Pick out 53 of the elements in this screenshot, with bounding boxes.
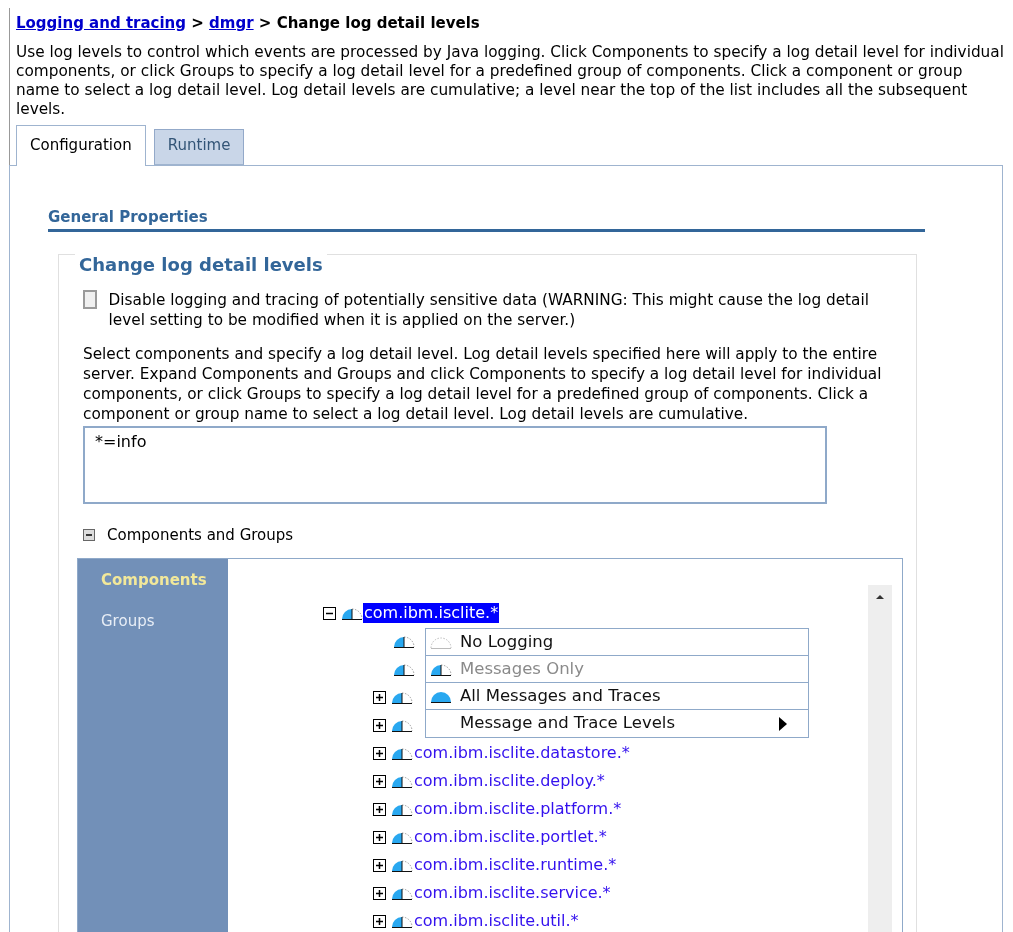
tree-node-link[interactable]: com.ibm.isclite.portlet.*	[413, 827, 608, 847]
tree-node-link[interactable]: com.ibm.isclite.service.*	[413, 883, 612, 903]
submenu-arrow-icon	[778, 715, 788, 732]
expand-icon[interactable]	[373, 802, 386, 816]
scrollbar[interactable]	[868, 585, 892, 932]
checkbox[interactable]	[83, 289, 97, 309]
tree-node-link[interactable]: com.ibm.isclite.*	[363, 603, 500, 623]
expand-icon[interactable]	[373, 914, 386, 928]
log-level-icon	[391, 886, 413, 900]
expand-icon[interactable]	[373, 718, 386, 732]
section-heading: General Properties	[48, 206, 925, 232]
expand-icon[interactable]	[373, 830, 386, 844]
menu-item[interactable]: Message and Trace Levels	[426, 710, 808, 737]
log-level-icon	[430, 662, 452, 676]
tree-node-link[interactable]: com.ibm.isclite.runtime.*	[413, 855, 618, 875]
log-level-icon	[393, 662, 415, 676]
log-level-icon	[393, 634, 415, 648]
menu-item[interactable]: No Logging	[426, 629, 808, 656]
menu-item[interactable]: All Messages and Traces	[426, 683, 808, 710]
log-level-icon	[391, 690, 413, 704]
tree-node-link[interactable]: com.ibm.isclite.util.*	[413, 911, 580, 931]
log-level-icon	[391, 774, 413, 788]
tree-node-link[interactable]: com.ibm.isclite.deploy.*	[413, 771, 606, 791]
log-level-icon	[430, 635, 452, 649]
tab[interactable]: Runtime	[153, 128, 245, 165]
collapse-icon[interactable]	[83, 528, 95, 541]
breadcrumb-separator: >	[258, 14, 272, 32]
tree-node-link[interactable]: com.ibm.isclite.datastore.*	[413, 743, 631, 763]
instructions-text: Select components and specify a log detail level. Log detail levels specified here will apply to the entire server. Expand Components and Groups and click Components to specify a log detail level for individual components, or click Groups to specify a log detail level for a predefined group of components. Click a component or group name to select a log detail level. Log detail levels are cumulative.	[83, 343, 883, 424]
log-level-icon	[391, 718, 413, 732]
breadcrumb-separator: >	[191, 14, 204, 32]
breadcrumb-link[interactable]: dmgr	[209, 14, 254, 32]
breadcrumb-link[interactable]: Logging and tracing	[16, 14, 187, 32]
breadcrumb-current: Change log detail levels	[276, 14, 480, 32]
page-description: Use log levels to control which events are processed by Java logging. Click Components to specify a log detail level for individual components, or click Groups to specify a log detail level for a predefined group of components. Click a component or group name to select a log detail level. Log detail levels are cumulative; a level near the top of the list includes all the subsequent levels.	[16, 42, 1005, 119]
log-levels-field[interactable]: *=info	[83, 425, 827, 504]
expand-icon[interactable]	[373, 746, 386, 760]
checkbox-label: Disable logging and tracing of potentially sensitive data (WARNING: This might cause the log detail level setting to be modified when it is applied on the server.)	[108, 289, 870, 330]
log-level-icon	[430, 689, 452, 703]
section-toggle-label: Components and Groups	[107, 524, 294, 546]
expand-icon[interactable]	[373, 774, 386, 788]
log-level-icon	[391, 914, 413, 928]
tree-node-link[interactable]: com.ibm.isclite.platform.*	[413, 799, 623, 819]
collapse-icon[interactable]	[323, 606, 336, 620]
log-level-icon	[391, 746, 413, 760]
log-level-icon	[391, 830, 413, 844]
log-level-icon	[391, 858, 413, 872]
expand-icon[interactable]	[373, 886, 386, 900]
log-level-icon	[391, 802, 413, 816]
log-level-icon	[341, 606, 363, 620]
tab[interactable]: Configuration	[16, 124, 146, 166]
expand-icon[interactable]	[373, 690, 386, 704]
expand-icon[interactable]	[373, 858, 386, 872]
